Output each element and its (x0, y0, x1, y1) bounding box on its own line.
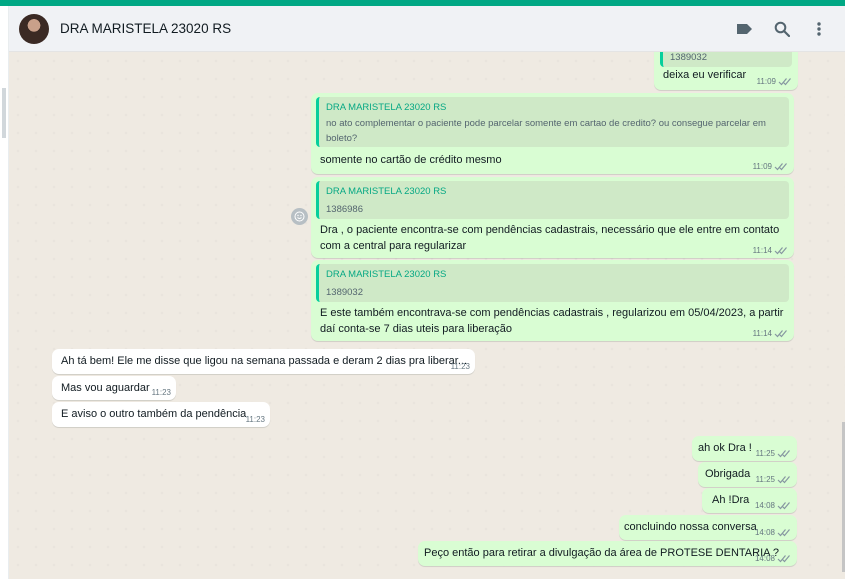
message-text: ah ok Dra ! (698, 442, 752, 454)
quoted-message[interactable]: DRA MARISTELA 23020 RS 1386986 (316, 181, 789, 219)
double-check-icon (778, 78, 791, 86)
message-time: 14:08 (754, 554, 775, 563)
message-text: Ah tá bem! Ele me disse que ligou na sem… (61, 355, 468, 367)
message-meta: 11:14 (753, 246, 788, 255)
message-time: 11:23 (245, 415, 265, 424)
double-check-icon (774, 330, 787, 338)
quoted-message[interactable]: DRA MARISTELA 23020 RS no ato complement… (316, 97, 789, 147)
quoted-author: DRA MARISTELA 23020 RS (326, 102, 447, 113)
message-text: E aviso o outro também da pendência (61, 408, 247, 420)
chat-list-edge (0, 6, 9, 579)
double-check-icon (777, 555, 790, 563)
message-bubble-outgoing[interactable]: 1389032 deixa eu verificar 11:09 (654, 52, 798, 90)
quoted-text: no ato complementar o paciente pode parc… (326, 118, 766, 144)
quoted-text: 1389032 (670, 52, 707, 63)
message-text: Peço então para retirar a divulgação da … (424, 547, 780, 559)
quoted-text: 1389032 (326, 287, 363, 298)
message-text: Dra , o paciente encontra-se com pendênc… (320, 224, 780, 252)
message-time: 11:25 (755, 449, 775, 458)
message-time: 11:09 (752, 162, 772, 171)
message-bubble-outgoing[interactable]: DRA MARISTELA 23020 RS 1389032 E este ta… (311, 260, 794, 341)
contact-name[interactable]: DRA MARISTELA 23020 RS (60, 21, 231, 36)
scroll-marker (2, 88, 6, 138)
message-meta: 11:25 (756, 449, 791, 458)
message-meta: 14:08 (755, 554, 791, 563)
quoted-author: DRA MARISTELA 23020 RS (326, 186, 447, 197)
emoji-reaction-icon[interactable] (291, 208, 308, 225)
message-text: deixa eu verificar (663, 69, 747, 81)
label-icon[interactable] (733, 18, 755, 40)
quoted-text: 1386986 (326, 204, 363, 215)
quoted-message[interactable]: DRA MARISTELA 23020 RS 1389032 (316, 264, 789, 302)
message-meta: 11:14 (753, 329, 788, 338)
message-bubble-incoming[interactable]: E aviso o outro também da pendência 11:2… (52, 402, 270, 427)
message-bubble-outgoing[interactable]: DRA MARISTELA 23020 RS no ato complement… (311, 93, 794, 174)
message-text: concluindo nossa conversa (624, 521, 757, 533)
message-meta: 14:08 (755, 501, 791, 510)
message-meta: 11:23 (152, 388, 171, 397)
message-meta: 11:23 (451, 362, 470, 371)
conversation-header: DRA MARISTELA 23020 RS (9, 6, 845, 52)
message-bubble-incoming[interactable]: Ah tá bem! Ele me disse que ligou na sem… (52, 349, 475, 374)
menu-icon[interactable] (808, 18, 830, 40)
search-icon[interactable] (771, 18, 793, 40)
message-text: Ah !Dra (712, 494, 750, 506)
double-check-icon (774, 163, 787, 171)
message-text: E este também encontrava-se com pendênci… (320, 307, 784, 335)
double-check-icon (774, 247, 787, 255)
contact-avatar[interactable] (19, 14, 49, 44)
message-meta: 14:08 (755, 528, 791, 537)
message-pane[interactable]: 1389032 deixa eu verificar 11:09 DRA MAR… (9, 52, 845, 579)
double-check-icon (777, 502, 790, 510)
message-time: 11:09 (756, 77, 776, 86)
message-time: 11:14 (752, 329, 772, 338)
message-time: 14:08 (754, 528, 775, 537)
message-time: 14:08 (754, 501, 775, 510)
message-bubble-outgoing[interactable]: DRA MARISTELA 23020 RS 1386986 Dra , o p… (311, 177, 794, 258)
message-bubble-outgoing[interactable]: Ah !Dra 14:08 (702, 488, 797, 513)
message-text: Mas vou aguardar (61, 382, 150, 394)
message-meta: 11:23 (246, 415, 265, 424)
message-meta: 11:09 (753, 162, 788, 171)
double-check-icon (777, 450, 790, 458)
message-bubble-outgoing[interactable]: Peço então para retirar a divulgação da … (418, 541, 797, 566)
message-text: Obrigada (705, 468, 751, 480)
quoted-author: DRA MARISTELA 23020 RS (326, 269, 447, 280)
message-meta: 11:25 (756, 475, 791, 484)
message-time: 11:14 (752, 246, 772, 255)
message-bubble-incoming[interactable]: Mas vou aguardar 11:23 (52, 376, 176, 400)
double-check-icon (777, 476, 790, 484)
quoted-message[interactable]: 1389032 (660, 52, 792, 67)
double-check-icon (777, 529, 790, 537)
message-bubble-outgoing[interactable]: ah ok Dra ! 11:25 (692, 436, 797, 461)
message-text: somente no cartão de crédito mesmo (320, 154, 502, 166)
message-time: 11:23 (151, 388, 171, 397)
message-time: 11:23 (450, 362, 470, 371)
message-meta: 11:09 (757, 77, 792, 86)
message-bubble-outgoing[interactable]: Obrigada 11:25 (698, 462, 797, 487)
message-time: 11:25 (755, 475, 775, 484)
message-bubble-outgoing[interactable]: concluindo nossa conversa 14:08 (619, 515, 797, 540)
